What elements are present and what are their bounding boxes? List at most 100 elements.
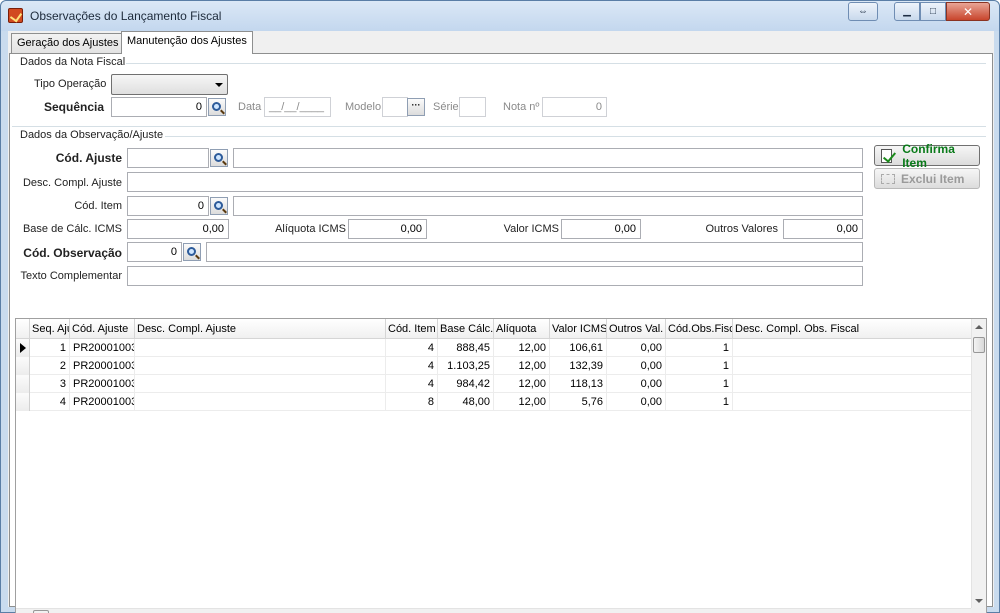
base-calc-label: Base de Cálc. ICMS bbox=[22, 223, 122, 235]
cell-cod-ajuste: PR20001003 bbox=[70, 357, 135, 375]
close-button[interactable]: ✕ bbox=[946, 2, 990, 21]
desc-compl-ajuste-input[interactable] bbox=[127, 172, 863, 192]
row-indicator bbox=[16, 393, 30, 411]
scroll-corner bbox=[971, 608, 986, 613]
search-icon bbox=[213, 152, 223, 162]
col-desc-compl-obs-fiscal[interactable]: Desc. Compl. Obs. Fiscal bbox=[733, 319, 973, 339]
vertical-scrollbar[interactable] bbox=[971, 319, 986, 609]
outros-valores-input[interactable]: 0,00 bbox=[783, 219, 863, 239]
nota-label: Nota nº bbox=[503, 101, 540, 113]
desc-compl-ajuste-label: Desc. Compl. Ajuste bbox=[22, 177, 122, 189]
cod-observacao-input[interactable]: 0 bbox=[127, 242, 182, 262]
col-desc-compl-ajuste[interactable]: Desc. Compl. Ajuste bbox=[135, 319, 386, 339]
cell-valor-icms: 132,39 bbox=[550, 357, 607, 375]
cell-cod-item: 4 bbox=[386, 375, 438, 393]
cell-cod-ajuste: PR20001003 bbox=[70, 393, 135, 411]
ajustes-grid[interactable]: Seq. Aju Cód. Ajuste Desc. Compl. Ajuste… bbox=[15, 318, 987, 613]
cell-desc bbox=[135, 375, 386, 393]
exclui-item-button[interactable]: Exclui Item bbox=[874, 168, 980, 189]
texto-complementar-label: Texto Complementar bbox=[20, 270, 123, 282]
cell-base: 984,42 bbox=[438, 375, 494, 393]
minimize-icon: ▁ bbox=[903, 6, 911, 17]
table-row[interactable]: 4 PR20001003 8 48,00 12,00 5,76 0,00 1 bbox=[16, 393, 974, 411]
col-outros-val[interactable]: Outros Val. bbox=[607, 319, 666, 339]
sequencia-input[interactable]: 0 bbox=[111, 97, 207, 117]
resize-button[interactable]: ⇔ bbox=[848, 2, 878, 21]
valor-icms-label: Valor ICMS bbox=[503, 223, 559, 235]
data-input[interactable]: __/__/____ bbox=[264, 97, 331, 117]
col-base-calc[interactable]: Base Cálc. bbox=[438, 319, 494, 339]
texto-complementar-input[interactable] bbox=[127, 266, 863, 286]
sequencia-search-button[interactable] bbox=[208, 98, 226, 116]
cell-cod-obs: 1 bbox=[666, 357, 733, 375]
cell-seq: 3 bbox=[30, 375, 70, 393]
cell-desc-obs bbox=[733, 357, 973, 375]
ajuste-group-title: Dados da Observação/Ajuste bbox=[20, 129, 164, 141]
cod-ajuste-description[interactable] bbox=[233, 148, 863, 168]
cell-valor-icms: 118,13 bbox=[550, 375, 607, 393]
title-bar[interactable]: Observações do Lançamento Fiscal ⇔ ▁ □ ✕ bbox=[1, 1, 999, 31]
tab-panel: Dados da Nota Fiscal Tipo Operação Sequê… bbox=[9, 53, 993, 613]
horizontal-scrollbar[interactable] bbox=[16, 608, 973, 613]
aliquota-input[interactable]: 0,00 bbox=[348, 219, 427, 239]
cell-desc-obs bbox=[733, 375, 973, 393]
cell-aliquota: 12,00 bbox=[494, 357, 550, 375]
cod-item-search-button[interactable] bbox=[210, 197, 228, 215]
tipo-operacao-label: Tipo Operação bbox=[34, 78, 107, 90]
base-calc-input[interactable]: 0,00 bbox=[127, 219, 229, 239]
cod-observacao-search-button[interactable] bbox=[183, 243, 201, 261]
col-valor-icms[interactable]: Valor ICMS bbox=[550, 319, 607, 339]
nota-fiscal-group-title: Dados da Nota Fiscal bbox=[20, 56, 126, 68]
minimize-button[interactable]: ▁ bbox=[894, 2, 920, 21]
cell-desc-obs bbox=[733, 393, 973, 411]
cod-ajuste-label: Cód. Ajuste bbox=[55, 151, 122, 165]
modelo-input[interactable] bbox=[382, 97, 408, 117]
cod-ajuste-search-button[interactable] bbox=[210, 149, 228, 167]
cod-ajuste-input[interactable] bbox=[127, 148, 209, 168]
cell-desc bbox=[135, 393, 386, 411]
search-icon bbox=[211, 101, 221, 111]
current-row-indicator bbox=[16, 339, 30, 357]
maximize-button[interactable]: □ bbox=[920, 2, 946, 21]
cell-aliquota: 12,00 bbox=[494, 375, 550, 393]
cell-valor-icms: 5,76 bbox=[550, 393, 607, 411]
col-cod-ajuste[interactable]: Cód. Ajuste bbox=[70, 319, 135, 339]
tipo-operacao-select[interactable] bbox=[111, 74, 228, 95]
confirma-item-button[interactable]: Confirma Item bbox=[874, 142, 980, 170]
table-row[interactable]: 3 PR20001003 4 984,42 12,00 118,13 0,00 … bbox=[16, 375, 974, 393]
scroll-down-icon[interactable] bbox=[975, 599, 983, 603]
table-row[interactable]: 1 PR20001003 4 888,45 12,00 106,61 0,00 … bbox=[16, 339, 974, 357]
cell-seq: 4 bbox=[30, 393, 70, 411]
cell-valor-icms: 106,61 bbox=[550, 339, 607, 357]
cod-item-description[interactable] bbox=[233, 196, 863, 216]
table-row[interactable]: 2 PR20001003 4 1.103,25 12,00 132,39 0,0… bbox=[16, 357, 974, 375]
data-label: Data bbox=[238, 101, 262, 113]
app-window: Observações do Lançamento Fiscal ⇔ ▁ □ ✕… bbox=[0, 0, 1000, 613]
serie-label: Série bbox=[433, 101, 459, 113]
valor-icms-input[interactable]: 0,00 bbox=[561, 219, 641, 239]
col-cod-item[interactable]: Cód. Item bbox=[386, 319, 438, 339]
group-divider bbox=[126, 63, 986, 64]
delete-icon bbox=[881, 173, 895, 184]
scroll-thumb[interactable] bbox=[973, 337, 985, 353]
serie-input[interactable] bbox=[459, 97, 486, 117]
confirma-item-label: Confirma Item bbox=[902, 141, 955, 170]
col-seq[interactable]: Seq. Aju bbox=[30, 319, 70, 339]
modelo-lookup-button[interactable]: ··· bbox=[407, 98, 425, 116]
row-indicator bbox=[16, 375, 30, 393]
tab-geracao-ajustes[interactable]: Geração dos Ajustes bbox=[11, 33, 125, 53]
scroll-up-icon[interactable] bbox=[975, 325, 983, 329]
cell-cod-item: 4 bbox=[386, 357, 438, 375]
tab-manutencao-ajustes[interactable]: Manutenção dos Ajustes bbox=[121, 31, 253, 54]
cell-base: 48,00 bbox=[438, 393, 494, 411]
ellipsis-icon: ··· bbox=[411, 100, 421, 110]
cell-base: 888,45 bbox=[438, 339, 494, 357]
col-cod-obs-fisc[interactable]: Cód.Obs.Fisc bbox=[666, 319, 733, 339]
cell-desc-obs bbox=[733, 339, 973, 357]
nota-input[interactable]: 0 bbox=[542, 97, 607, 117]
col-aliquota[interactable]: Alíquota bbox=[494, 319, 550, 339]
cell-aliquota: 12,00 bbox=[494, 393, 550, 411]
cod-observacao-description[interactable] bbox=[206, 242, 863, 262]
cell-base: 1.103,25 bbox=[438, 357, 494, 375]
cod-item-input[interactable]: 0 bbox=[127, 196, 209, 216]
